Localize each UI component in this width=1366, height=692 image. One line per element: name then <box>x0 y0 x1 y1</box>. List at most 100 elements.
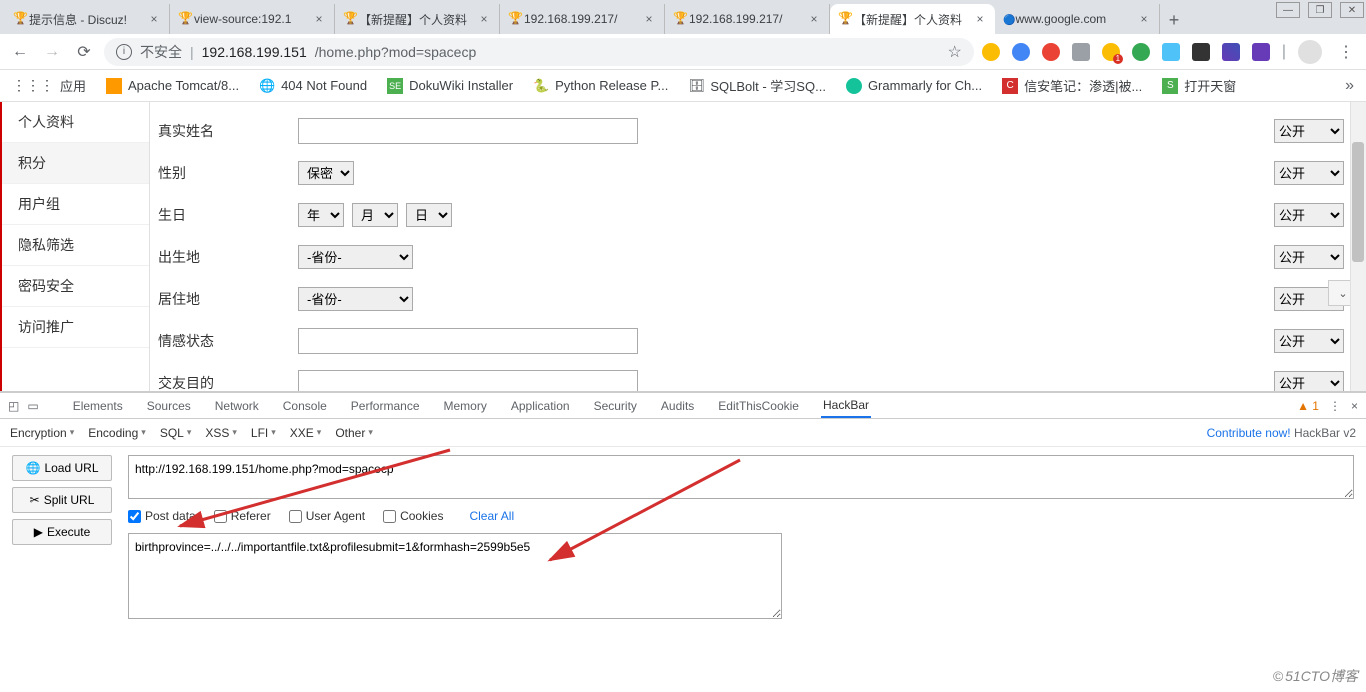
referer-checkbox[interactable]: Referer <box>214 509 271 523</box>
browser-tab[interactable]: 提示信息 - Discuz!× <box>5 4 170 34</box>
bookmark-star-icon[interactable]: ☆ <box>948 42 962 62</box>
reload-button[interactable]: ⟳ <box>72 40 96 64</box>
day-select[interactable]: 日 <box>406 203 452 227</box>
bookmark-item[interactable]: C信安笔记：渗透|被... <box>1002 76 1142 95</box>
extension-icon[interactable] <box>1072 43 1090 61</box>
hackbar-url-input[interactable] <box>128 455 1354 499</box>
sidebar-item-usergroup[interactable]: 用户组 <box>2 184 149 225</box>
new-tab-button[interactable]: + <box>1160 6 1188 34</box>
bookmark-item[interactable]: 🌐404 Not Found <box>259 78 367 94</box>
devtools-tab-hackbar[interactable]: HackBar <box>821 394 871 418</box>
extension-icon[interactable] <box>1042 43 1060 61</box>
browser-tab[interactable]: 【新提醒】个人资料× <box>335 4 500 34</box>
birthplace-select[interactable]: -省份- <box>298 245 413 269</box>
hackbar-contribute-link[interactable]: Contribute now! HackBar v2 <box>1207 426 1356 440</box>
address-input[interactable]: i 不安全 | 192.168.199.151/home.php?mod=spa… <box>104 38 974 66</box>
bookmark-item[interactable]: S打开天窗 <box>1162 76 1236 95</box>
privacy-select[interactable]: 公开 <box>1274 161 1344 185</box>
browser-tab[interactable]: 192.168.199.217/× <box>500 4 665 34</box>
close-icon[interactable]: × <box>1137 12 1151 26</box>
sidebar-item-profile[interactable]: 个人资料 <box>2 102 149 143</box>
bookmark-item[interactable]: 🗄SQLBolt - 学习SQ... <box>688 76 826 95</box>
close-icon[interactable]: × <box>147 12 161 26</box>
devtools-tab-application[interactable]: Application <box>509 395 572 417</box>
profile-avatar[interactable] <box>1298 40 1322 64</box>
devtools-tab-audits[interactable]: Audits <box>659 395 696 417</box>
post-data-checkbox[interactable]: Post data <box>128 509 196 523</box>
extension-icon[interactable] <box>1162 43 1180 61</box>
scrollbar-thumb[interactable] <box>1352 142 1364 262</box>
close-icon[interactable]: × <box>973 12 987 26</box>
bookmark-item[interactable]: 🐍Python Release P... <box>533 78 668 94</box>
devtools-tab-memory[interactable]: Memory <box>442 395 489 417</box>
hackbar-sql-menu[interactable]: SQL▾ <box>160 426 192 440</box>
devtools-close-icon[interactable]: × <box>1351 399 1358 413</box>
year-select[interactable]: 年 <box>298 203 344 227</box>
hackbar-xss-menu[interactable]: XSS▾ <box>205 426 237 440</box>
site-info-icon[interactable]: i <box>116 44 132 60</box>
month-select[interactable]: 月 <box>352 203 398 227</box>
extension-icon[interactable] <box>1192 43 1210 61</box>
hackbar-encoding-menu[interactable]: Encoding▾ <box>88 426 146 440</box>
browser-tab-active[interactable]: 【新提醒】个人资料× <box>830 4 995 34</box>
load-url-button[interactable]: 🌐 Load URL <box>12 455 112 481</box>
execute-button[interactable]: ▶ Execute <box>12 519 112 545</box>
hackbar-post-input[interactable] <box>128 533 782 619</box>
devtools-tab-security[interactable]: Security <box>592 395 639 417</box>
hackbar-xxe-menu[interactable]: XXE▾ <box>290 426 322 440</box>
privacy-select[interactable]: 公开 <box>1274 119 1344 143</box>
browser-tab[interactable]: 192.168.199.217/× <box>665 4 830 34</box>
affective-input[interactable] <box>298 328 638 354</box>
extension-icon[interactable] <box>1012 43 1030 61</box>
vertical-scrollbar[interactable] <box>1350 102 1366 391</box>
maximize-button[interactable]: ❐ <box>1308 2 1332 18</box>
close-icon[interactable]: × <box>642 12 656 26</box>
devtools-settings-icon[interactable]: ⋮ <box>1329 399 1341 413</box>
extension-icon[interactable] <box>982 43 1000 61</box>
hackbar-encryption-menu[interactable]: Encryption▾ <box>10 426 74 440</box>
devtools-tab-performance[interactable]: Performance <box>349 395 422 417</box>
sidebar-item-promotion[interactable]: 访问推广 <box>2 307 149 348</box>
split-url-button[interactable]: ✂ Split URL <box>12 487 112 513</box>
inspect-element-icon[interactable]: ◰ <box>8 399 19 413</box>
clear-all-link[interactable]: Clear All <box>469 509 514 523</box>
privacy-select[interactable]: 公开 <box>1274 203 1344 227</box>
hackbar-lfi-menu[interactable]: LFI▾ <box>251 426 276 440</box>
privacy-select[interactable]: 公开 <box>1274 371 1344 391</box>
hackbar-other-menu[interactable]: Other▾ <box>335 426 373 440</box>
sidebar-item-credits[interactable]: 积分 <box>2 143 149 184</box>
browser-tab[interactable]: view-source:192.1× <box>170 4 335 34</box>
sidebar-item-password[interactable]: 密码安全 <box>2 266 149 307</box>
realname-input[interactable] <box>298 118 638 144</box>
sidebar-item-privacy[interactable]: 隐私筛选 <box>2 225 149 266</box>
device-toggle-icon[interactable]: ▭ <box>27 399 38 413</box>
devtools-tab-sources[interactable]: Sources <box>145 395 193 417</box>
bookmark-item[interactable]: Apache Tomcat/8... <box>106 78 239 94</box>
devtools-tab-network[interactable]: Network <box>213 395 261 417</box>
close-icon[interactable]: × <box>312 12 326 26</box>
close-button[interactable]: ✕ <box>1340 2 1364 18</box>
browser-tab[interactable]: www.google.com× <box>995 4 1160 34</box>
bookmark-item[interactable]: SEDokuWiki Installer <box>387 78 513 94</box>
bookmark-item[interactable]: Grammarly for Ch... <box>846 78 982 94</box>
extension-icon[interactable] <box>1222 43 1240 61</box>
close-icon[interactable]: × <box>477 12 491 26</box>
menu-icon[interactable]: ⋮ <box>1334 40 1358 64</box>
extension-icon[interactable] <box>1132 43 1150 61</box>
devtools-tab-console[interactable]: Console <box>281 395 329 417</box>
residence-select[interactable]: -省份- <box>298 287 413 311</box>
privacy-select[interactable]: 公开 <box>1274 329 1344 353</box>
extension-icon[interactable] <box>1252 43 1270 61</box>
extension-icon[interactable]: 1 <box>1102 43 1120 61</box>
lookingfor-input[interactable] <box>298 370 638 391</box>
warning-badge[interactable]: ▲ 1 <box>1297 399 1319 413</box>
bookmark-overflow-icon[interactable]: » <box>1345 77 1354 95</box>
minimize-button[interactable]: — <box>1276 2 1300 18</box>
devtools-tab-editthiscookie[interactable]: EditThisCookie <box>716 395 801 417</box>
user-agent-checkbox[interactable]: User Agent <box>289 509 365 523</box>
close-icon[interactable]: × <box>807 12 821 26</box>
privacy-select[interactable]: 公开 <box>1274 245 1344 269</box>
back-button[interactable]: ← <box>8 40 32 64</box>
apps-button[interactable]: ⋮⋮⋮应用 <box>12 76 86 95</box>
devtools-tab-elements[interactable]: Elements <box>71 395 125 417</box>
